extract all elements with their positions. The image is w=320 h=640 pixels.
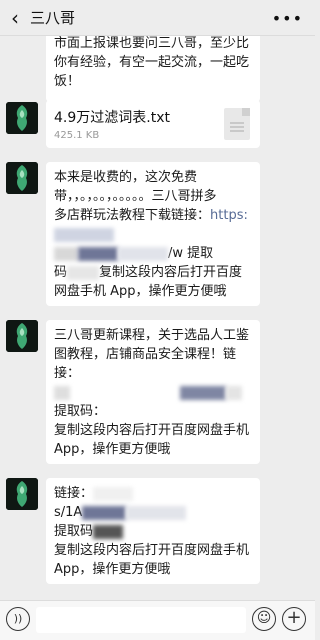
message-text: 饭！ (54, 74, 81, 89)
redacted-text (78, 246, 118, 261)
message-text: 市面上报课也要问三八哥，至少比 (54, 36, 250, 51)
message-bubble[interactable]: 市面上报课也要问三八哥，至少比 你有经验，有空一起交流，一起吃 饭！ (46, 36, 260, 102)
file-message[interactable]: 4.9万过滤词表.txt 425.1 KB (46, 100, 260, 148)
chevron-left-icon[interactable]: ‹ (0, 6, 30, 30)
message-text: 码 (54, 265, 68, 280)
message-text: 链接： (54, 486, 94, 501)
message-text: 图教程，店铺商品安全课程！链接： (54, 347, 237, 381)
chat-header: ‹ 三八哥 ••• (0, 0, 315, 36)
avatar[interactable] (6, 102, 38, 134)
message-text: 提取码 (54, 524, 94, 539)
plus-icon[interactable]: + (282, 607, 306, 631)
file-size: 425.1 KB (54, 130, 100, 141)
redacted-text (54, 246, 78, 261)
voice-icon[interactable]: )) (6, 607, 30, 631)
file-name: 4.9万过滤词表.txt (54, 110, 170, 126)
message-text: 你有经验，有空一起交流，一起吃 (54, 55, 250, 70)
message-list[interactable]: 市面上报课也要问三八哥，至少比 你有经验，有空一起交流，一起吃 饭！ 4.9万过… (0, 36, 315, 600)
redacted-text (70, 386, 180, 400)
avatar[interactable] (6, 478, 38, 510)
message-bubble[interactable]: 三八哥更新课程，关于选品人工鉴 图教程，店铺商品安全课程！链接： 提取码： 复制… (46, 320, 260, 464)
message-text: 网盘手机 App，操作更方便哦 (54, 284, 227, 299)
redacted-text (126, 505, 187, 520)
redacted-text (67, 265, 100, 280)
message-bubble[interactable]: 链接： s/1A 提取码 复制这段内容后打开百度网盘手机 App，操作更方便哦 (46, 478, 260, 584)
message-text: 多店群玩法教程下载链接： (54, 208, 211, 223)
redacted-text (54, 227, 114, 242)
message-input[interactable] (36, 607, 246, 633)
redacted-text (54, 385, 70, 400)
message-text: 复制这段内容后打开百度 (99, 265, 243, 280)
redacted-text (180, 385, 226, 400)
emoji-icon[interactable]: ☺ (252, 607, 276, 631)
message-text: 复制这段内容后打开百度网盘手机 (54, 423, 250, 438)
message-text: 带，，。，。。，。。。。。三八哥拼多 (54, 189, 217, 204)
message-text: 提取码： (54, 404, 107, 419)
message-bubble[interactable]: 本来是收费的，这次免费 带，，。，。。，。。。。。三八哥拼多 多店群玩法教程下载… (46, 162, 260, 306)
message-text: /w 提取 (168, 246, 214, 261)
input-bar: )) ☺ + (0, 600, 315, 640)
message-text: s/1A (54, 505, 83, 520)
chat-title: 三八哥 (30, 9, 76, 27)
ellipsis-icon[interactable]: ••• (272, 9, 303, 28)
message-text: App，操作更方便哦 (54, 442, 171, 457)
redacted-text (118, 246, 168, 261)
message-text: App，操作更方便哦 (54, 562, 171, 577)
redacted-text (93, 524, 124, 539)
avatar[interactable] (6, 320, 38, 352)
redacted-text (93, 486, 134, 501)
message-link[interactable]: https: (210, 208, 248, 223)
redacted-text (226, 385, 242, 400)
message-text: 复制这段内容后打开百度网盘手机 (54, 543, 250, 558)
message-text: 三八哥更新课程，关于选品人工鉴 (54, 328, 250, 343)
message-text: 本来是收费的，这次免费 (54, 170, 198, 185)
redacted-text (82, 505, 127, 520)
document-icon (224, 108, 250, 140)
avatar[interactable] (6, 162, 38, 194)
